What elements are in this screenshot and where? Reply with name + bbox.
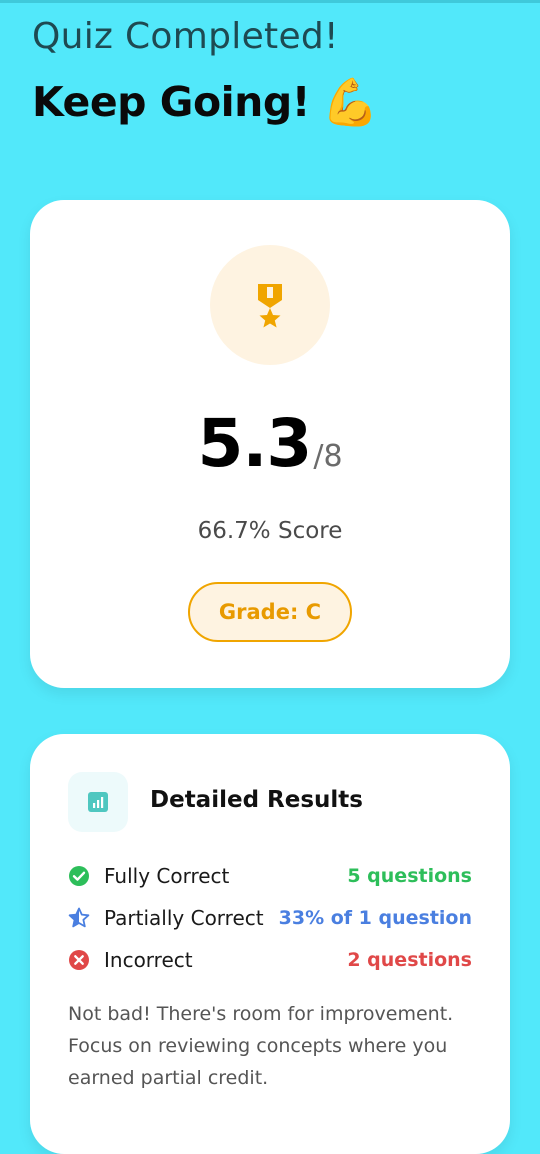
results-title: Detailed Results — [150, 787, 363, 813]
grade-badge: Grade: C — [188, 582, 352, 642]
top-edge — [0, 0, 540, 3]
result-value: 33% of 1 question — [278, 907, 472, 929]
page-subtitle: Keep Going! 💪 — [32, 78, 379, 126]
result-row-partially-correct: Partially Correct 33% of 1 question — [68, 903, 472, 933]
result-label: Partially Correct — [104, 906, 264, 930]
result-row-incorrect: Incorrect 2 questions — [68, 945, 472, 975]
score-value: 5.3 — [197, 405, 312, 482]
bar-chart-icon — [88, 792, 108, 812]
score-card: 5.3/8 66.7% Score Grade: C — [30, 200, 510, 688]
score-display: 5.3/8 — [30, 405, 510, 482]
score-percent: 66.7% Score — [197, 518, 343, 544]
score-total: /8 — [313, 439, 343, 474]
result-value: 5 questions — [347, 865, 472, 887]
star-outline-icon — [68, 907, 90, 929]
feedback-message: Not bad! There's room for improvement. F… — [68, 1003, 454, 1089]
medal-icon — [258, 284, 282, 328]
flexed-biceps-icon: 💪 — [321, 75, 379, 129]
result-label: Incorrect — [104, 948, 193, 972]
medal-badge — [210, 245, 330, 365]
result-label: Fully Correct — [104, 864, 230, 888]
result-row-fully-correct: Fully Correct 5 questions — [68, 861, 472, 891]
result-value: 2 questions — [347, 949, 472, 971]
page-title: Quiz Completed! — [32, 16, 339, 57]
x-circle-icon — [68, 949, 90, 971]
check-circle-icon — [68, 865, 90, 887]
results-card: Detailed Results Fully Correct 5 questio… — [30, 734, 510, 1154]
subtitle-text: Keep Going! — [32, 78, 310, 126]
results-icon-box — [68, 772, 128, 832]
